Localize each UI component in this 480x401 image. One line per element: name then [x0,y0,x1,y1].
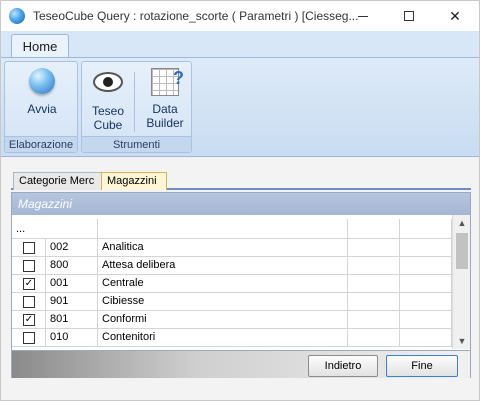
grid-cell [46,219,98,238]
grid-cell [348,293,400,310]
code-cell: 800 [46,257,98,274]
checkbox-cell: ✓ [12,311,46,328]
grid-cell [98,219,348,238]
name-cell: Cibiesse [98,293,348,310]
data-builder-icon: ? [151,68,184,96]
data-builder-label-1: Data [152,102,178,116]
group-label-strumenti: Strumenti [82,136,191,152]
row-checkbox[interactable] [23,332,35,344]
table-row[interactable]: 010 Contenitori [12,329,452,347]
grid-cell [348,275,400,292]
scroll-down-icon[interactable]: ▼ [453,333,471,349]
title-bar: TeseoCube Query : rotazione_scorte ( Par… [1,1,479,31]
group-divider [134,72,135,132]
app-icon [9,8,25,24]
minimize-button[interactable] [340,1,386,31]
content-area: Categorie Merc Magazzini Magazzini ... 0… [1,158,479,400]
teseo-cube-label-1: Teseo [91,104,125,118]
row-checkbox[interactable] [23,242,35,254]
table-row[interactable]: ✓ 801 Conformi [12,311,452,329]
code-cell: 901 [46,293,98,310]
name-cell: Conformi [98,311,348,328]
minimize-icon [358,15,368,17]
scroll-thumb[interactable] [456,233,468,269]
tab-categorie-merc[interactable]: Categorie Merc [13,172,103,190]
grid-cell [348,239,400,256]
grid-cell [348,329,400,346]
grid-cell [400,329,452,346]
tab-strip: Categorie Merc Magazzini [11,170,471,190]
ribbon-group-elaborazione: Avvia Elaborazione [4,61,78,153]
scroll-up-icon[interactable]: ▲ [453,215,471,231]
grid-cell [348,257,400,274]
name-cell: Attesa delibera [98,257,348,274]
table-row[interactable]: 901 Cibiesse [12,293,452,311]
code-cell: 010 [46,329,98,346]
data-builder-label-2: Builder [146,116,184,130]
ribbon-group-strumenti: Teseo Cube ? Data Builder Strumenti [81,61,192,153]
avvia-button[interactable]: Avvia [13,68,71,116]
grid-cell [348,219,400,238]
code-cell: 801 [46,311,98,328]
grid-cell [400,311,452,328]
row-checkbox[interactable] [23,296,35,308]
ellipsis-text: ... [16,223,26,235]
name-cell: Analitica [98,239,348,256]
group-label-elaborazione: Elaborazione [5,136,77,152]
row-checkbox[interactable]: ✓ [23,278,35,290]
checkbox-cell [12,329,46,346]
vertical-scrollbar[interactable]: ▲ ▼ [452,215,470,349]
table-row[interactable]: 002 Analitica [12,239,452,257]
panel-footer: Indietro Fine [12,350,470,378]
checkbox-cell [12,293,46,310]
maximize-icon [404,11,414,21]
eye-icon [93,72,123,92]
grid-cell [348,311,400,328]
teseo-cube-label-2: Cube [93,118,123,132]
ribbon-tab-strip: Home [1,31,479,58]
grid-cell [400,219,452,238]
data-builder-button[interactable]: ? Data Builder [140,68,190,130]
checkbox-cell: ✓ [12,275,46,292]
grid-cell [400,239,452,256]
code-cell: 001 [46,275,98,292]
name-cell: Contenitori [98,329,348,346]
app-window: TeseoCube Query : rotazione_scorte ( Par… [0,0,480,401]
table-row[interactable]: 800 Attesa delibera [12,257,452,275]
indietro-button[interactable]: Indietro [308,355,378,377]
panel-title: Magazzini [12,193,470,215]
globe-icon [29,68,55,94]
magazzini-panel: Magazzini ... 002 Analitica 800 Attesa d… [11,192,471,378]
row-checkbox[interactable] [23,260,35,272]
name-cell: Centrale [98,275,348,292]
ellipsis-cell: ... [12,219,46,238]
ribbon: Avvia Elaborazione Teseo Cube ? Data Bui… [1,57,479,157]
ribbon-tab-home[interactable]: Home [11,34,69,58]
teseo-cube-button[interactable]: Teseo Cube [86,68,130,132]
code-cell: 002 [46,239,98,256]
grid-cell [400,257,452,274]
magazzini-grid: ... 002 Analitica 800 Attesa delibera ✓ … [12,219,452,349]
tab-magazzini[interactable]: Magazzini [101,172,167,190]
checkbox-cell [12,257,46,274]
table-row[interactable]: ... [12,219,452,239]
row-checkbox[interactable]: ✓ [23,314,35,326]
avvia-label: Avvia [27,102,57,116]
table-row[interactable]: ✓ 001 Centrale [12,275,452,293]
close-button[interactable]: ✕ [432,1,478,31]
grid-cell [400,275,452,292]
maximize-button[interactable] [386,1,432,31]
window-title: TeseoCube Query : rotazione_scorte ( Par… [33,9,359,23]
checkbox-cell [12,239,46,256]
grid-cell [400,293,452,310]
fine-button[interactable]: Fine [386,355,458,377]
